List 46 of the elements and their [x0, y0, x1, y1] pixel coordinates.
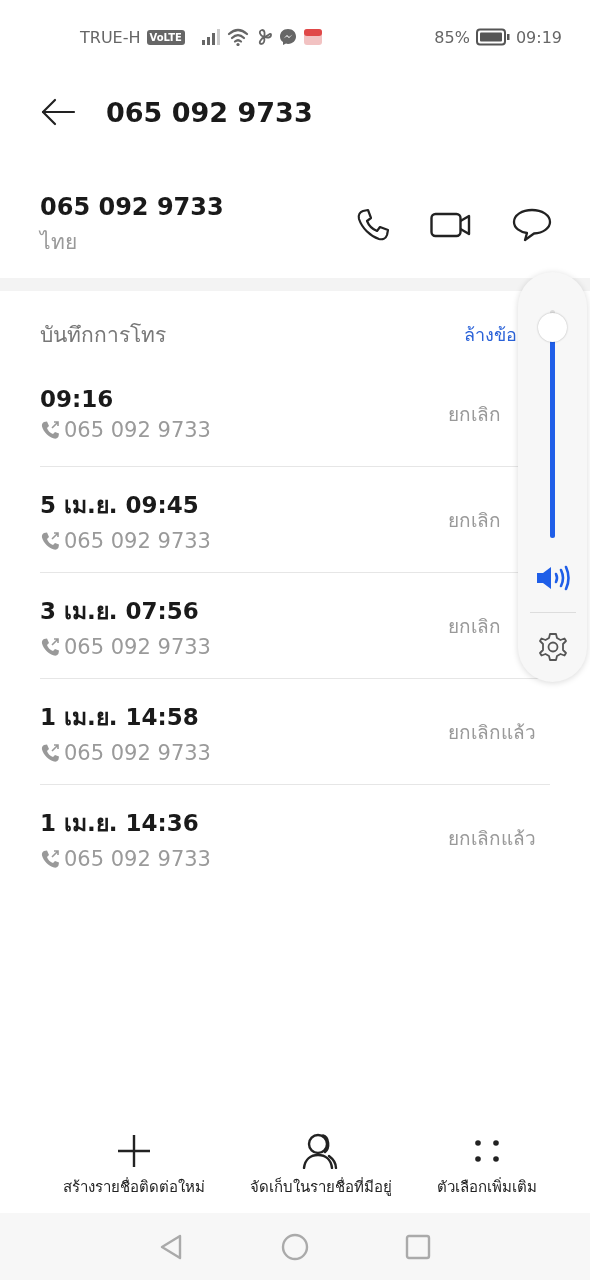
app-icon — [302, 28, 323, 46]
outgoing-call-icon — [40, 419, 60, 440]
call-time: 1 เม.ย. 14:58 — [40, 702, 200, 732]
speaker-icon[interactable] — [534, 564, 571, 592]
plus-icon — [115, 1133, 152, 1169]
volume-slider[interactable] — [537, 308, 568, 540]
call-number: 065 092 9733 — [64, 846, 211, 871]
page-title: 065 092 9733 — [106, 96, 313, 128]
call-number: 065 092 9733 — [64, 634, 211, 659]
call-status: ยกเลิกแล้ว — [448, 825, 537, 851]
chat-bubble-icon[interactable] — [512, 208, 552, 242]
call-status: ยกเลิก — [448, 613, 502, 639]
action-button[interactable]: จัดเก็บในรายชื่อที่มีอยู่ — [250, 1133, 392, 1199]
call-time: 3 เม.ย. 07:56 — [40, 596, 200, 626]
call-time: 09:16 — [40, 385, 115, 412]
clear-link[interactable]: ล้างข้อ — [464, 319, 517, 349]
outgoing-call-icon — [40, 530, 60, 551]
video-camera-icon[interactable] — [430, 211, 472, 239]
phone-icon[interactable] — [356, 208, 390, 242]
call-time: 1 เม.ย. 14:36 — [40, 808, 200, 838]
section-title: บันทึกการโทร — [40, 321, 166, 349]
network-badge: VoLTE — [146, 29, 185, 45]
wifi-icon — [226, 28, 249, 46]
call-number: 065 092 9733 — [64, 740, 211, 765]
outgoing-call-icon — [40, 848, 60, 869]
settings-icon[interactable] — [536, 631, 569, 663]
battery-icon — [475, 28, 510, 46]
outgoing-call-icon — [40, 636, 60, 657]
call-number: 065 092 9733 — [64, 528, 211, 553]
phone-number: 065 092 9733 — [40, 192, 224, 221]
call-status: ยกเลิก — [448, 507, 502, 533]
outgoing-call-icon — [40, 742, 60, 763]
location-label: ไทย — [40, 228, 78, 256]
battery-percent: 85% — [434, 27, 470, 47]
action-button[interactable]: ตัวเลือกเพิ่มเติม — [437, 1133, 538, 1199]
person-icon — [302, 1133, 340, 1169]
call-status: ยกเลิกแล้ว — [448, 719, 537, 745]
messenger-icon — [278, 28, 297, 46]
signal-icon — [200, 29, 221, 45]
call-time: 5 เม.ย. 09:45 — [40, 490, 200, 520]
call-number: 065 092 9733 — [64, 417, 211, 442]
call-status: ยกเลิก — [448, 401, 502, 427]
action-button[interactable]: สร้างรายชื่อติดต่อใหม่ — [62, 1133, 205, 1199]
back-arrow-icon[interactable] — [40, 98, 76, 126]
carrier-name: TRUE-H — [80, 27, 141, 47]
status-time: 09:19 — [515, 27, 562, 47]
